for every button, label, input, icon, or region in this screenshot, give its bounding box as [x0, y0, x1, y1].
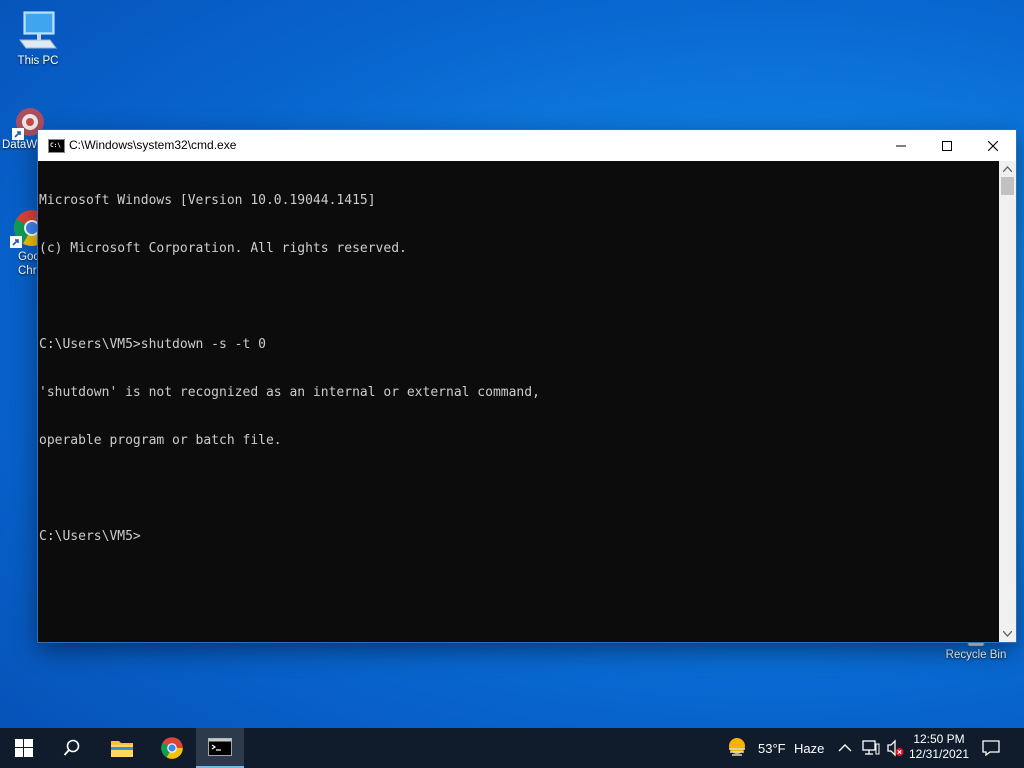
computer-icon — [16, 10, 60, 52]
console-line: C:\Users\VM5>shutdown -s -t 0 — [39, 337, 266, 352]
chevron-up-icon — [1003, 166, 1012, 172]
close-button[interactable] — [970, 130, 1016, 161]
cmd-icon — [208, 738, 232, 756]
action-center-button[interactable] — [982, 739, 1000, 761]
desktop-icon-label: This PC — [17, 55, 59, 67]
vertical-scrollbar[interactable] — [999, 161, 1016, 642]
console-line: Microsoft Windows [Version 10.0.19044.14… — [39, 193, 376, 208]
chrome-icon — [161, 737, 183, 759]
scrollbar-thumb[interactable] — [1001, 177, 1014, 195]
cmd-app-icon: C:\ — [48, 139, 65, 153]
weather-haze-icon — [729, 738, 745, 756]
scroll-down-button[interactable] — [999, 627, 1016, 641]
cmd-window[interactable]: C:\ C:\Windows\system32\cmd.exe Microsof… — [38, 130, 1016, 642]
search-button[interactable] — [48, 728, 96, 768]
taskbar: 53°F Haze 12:50 PM 12/31/2021 — [0, 728, 1024, 768]
desktop-icon-label: Recycle Bin — [945, 649, 1007, 661]
show-hidden-icons-button[interactable] — [838, 740, 852, 759]
weather-condition[interactable]: Haze — [794, 741, 824, 756]
search-icon — [63, 739, 80, 756]
console-line: (c) Microsoft Corporation. All rights re… — [39, 241, 407, 256]
console-prompt-line[interactable]: C:\Users\VM5> — [39, 529, 999, 545]
console-output[interactable]: Microsoft Windows [Version 10.0.19044.14… — [38, 161, 999, 642]
maximize-icon — [942, 140, 952, 151]
weather-temperature[interactable]: 53°F — [758, 741, 786, 756]
windows-logo-icon — [15, 739, 33, 757]
chevron-down-icon — [1003, 631, 1012, 637]
chevron-up-icon — [838, 744, 852, 752]
console-line: operable program or batch file. — [39, 433, 282, 448]
minimize-button[interactable] — [878, 130, 924, 161]
taskbar-file-explorer[interactable] — [98, 728, 146, 768]
desktop-icon-this-pc[interactable]: This PC — [2, 10, 74, 68]
folder-icon — [111, 741, 133, 757]
shortcut-arrow-icon — [12, 128, 24, 140]
clock[interactable]: 12:50 PM 12/31/2021 — [906, 732, 972, 762]
taskbar-cmd[interactable] — [196, 728, 244, 768]
window-title: C:\Windows\system32\cmd.exe — [69, 138, 237, 152]
scroll-up-button[interactable] — [999, 162, 1016, 176]
volume-status[interactable] — [886, 739, 904, 761]
maximize-button[interactable] — [924, 130, 970, 161]
network-icon — [862, 740, 880, 755]
console-line: 'shutdown' is not recognized as an inter… — [39, 385, 540, 400]
start-button[interactable] — [0, 728, 48, 768]
network-status[interactable] — [862, 740, 880, 760]
taskbar-chrome[interactable] — [148, 728, 196, 768]
weather-widget[interactable] — [726, 736, 750, 760]
clock-time: 12:50 PM — [913, 732, 965, 746]
window-titlebar[interactable]: C:\ C:\Windows\system32\cmd.exe — [38, 130, 1016, 161]
close-icon — [988, 140, 998, 151]
shortcut-arrow-icon — [10, 236, 22, 248]
notification-icon — [982, 740, 1000, 757]
clock-date: 12/31/2021 — [908, 747, 970, 761]
volume-muted-icon — [887, 739, 904, 757]
minimize-icon — [896, 145, 906, 146]
